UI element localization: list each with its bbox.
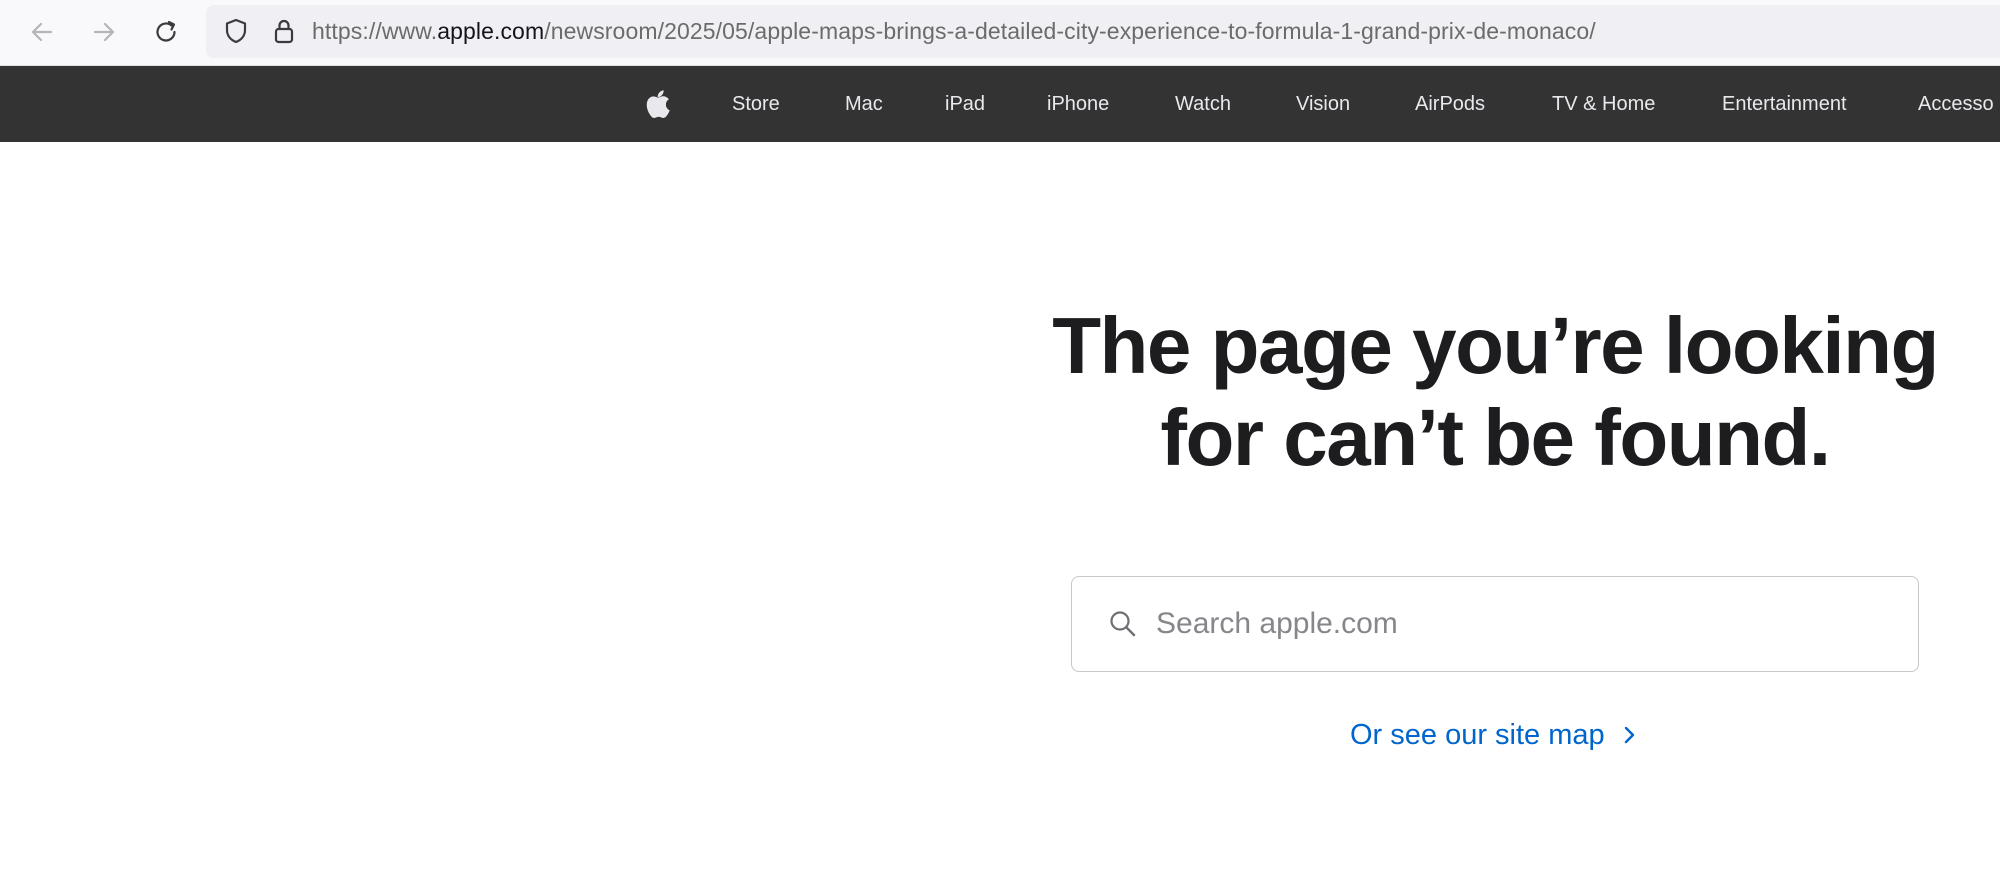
forward-button[interactable] <box>84 12 124 52</box>
page-title-line-2: for can’t be found. <box>1160 393 1831 482</box>
nav-item-watch[interactable]: Watch <box>1175 66 1231 142</box>
nav-item-tv-home[interactable]: TV & Home <box>1552 66 1655 142</box>
nav-item-entertainment[interactable]: Entertainment <box>1722 66 1847 142</box>
shield-icon <box>225 18 247 44</box>
search-icon <box>1110 611 1136 637</box>
back-button[interactable] <box>22 12 62 52</box>
global-nav: Store Mac iPad iPhone Watch Vision AirPo… <box>0 66 2000 142</box>
nav-item-store[interactable]: Store <box>732 66 780 142</box>
chevron-right-icon <box>1624 726 1634 744</box>
page-title: The page you’re looking for can’t be fou… <box>1000 300 1990 484</box>
search-form <box>1071 576 1919 672</box>
nav-item-iphone[interactable]: iPhone <box>1047 66 1109 142</box>
apple-logo-icon[interactable] <box>645 88 673 120</box>
address-bar[interactable]: https://www.apple.com/newsroom/2025/05/a… <box>206 5 2000 58</box>
site-map-link[interactable]: Or see our site map <box>1350 715 1637 755</box>
url-path: /newsroom/2025/05/apple-maps-brings-a-de… <box>544 18 1596 44</box>
site-security-button[interactable] <box>268 15 300 47</box>
nav-item-mac[interactable]: Mac <box>845 66 883 142</box>
tracking-protection-button[interactable] <box>220 15 252 47</box>
nav-item-ipad[interactable]: iPad <box>945 66 985 142</box>
url-domain: apple.com <box>437 18 545 44</box>
reload-button[interactable] <box>146 12 186 52</box>
url-text[interactable]: https://www.apple.com/newsroom/2025/05/a… <box>312 5 1596 58</box>
nav-item-airpods[interactable]: AirPods <box>1415 66 1485 142</box>
reload-icon <box>156 20 176 42</box>
site-map-link-label: Or see our site map <box>1350 719 1605 751</box>
url-prefix: https://www. <box>312 18 438 44</box>
browser-toolbar: https://www.apple.com/newsroom/2025/05/a… <box>0 0 2000 66</box>
search-input[interactable] <box>1156 577 1896 671</box>
lock-icon <box>274 19 294 44</box>
page-title-line-1: The page you’re looking <box>1052 301 1939 390</box>
nav-item-accessories[interactable]: Accesso <box>1918 66 1994 142</box>
arrow-right-icon <box>93 22 115 42</box>
nav-item-vision[interactable]: Vision <box>1296 66 1350 142</box>
arrow-left-icon <box>31 22 53 42</box>
